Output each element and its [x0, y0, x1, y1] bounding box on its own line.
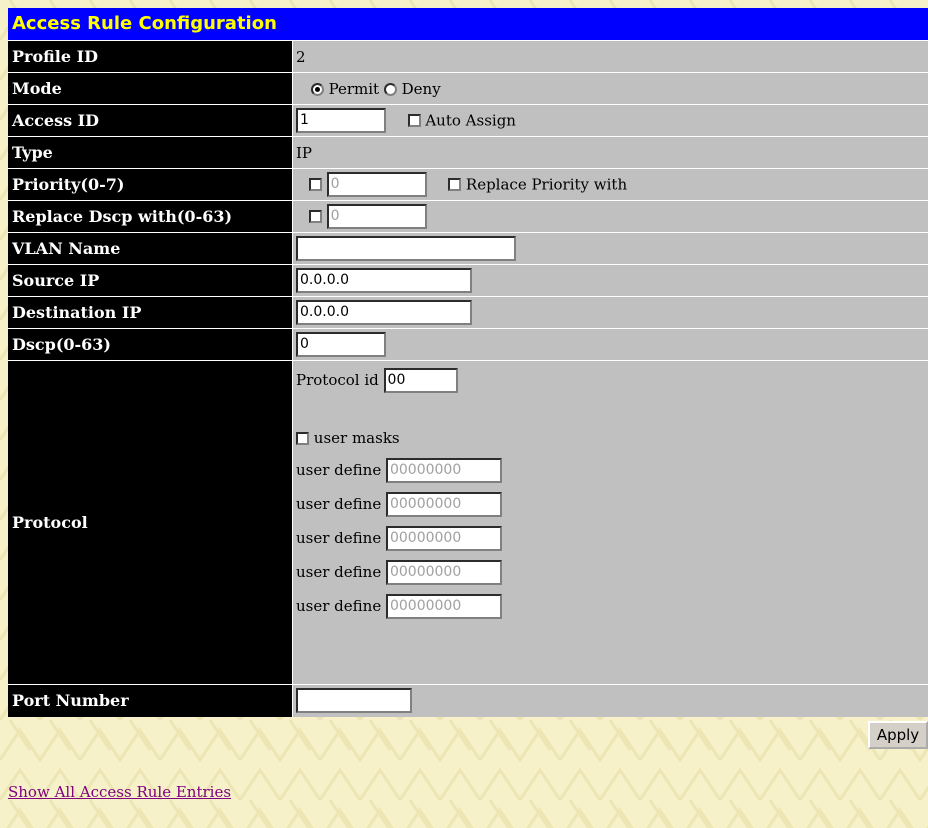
access-id-label: Access ID	[8, 104, 293, 137]
protocol-id-line: Protocol id 00	[296, 361, 928, 399]
user-define-label-2: user define	[296, 495, 382, 513]
row-profile-id: Profile ID 2	[8, 40, 928, 73]
user-define-line-5: user define 00000000	[296, 589, 928, 623]
replace-dscp-checkbox[interactable]	[308, 210, 322, 223]
user-define-input-3[interactable]: 00000000	[385, 525, 502, 551]
row-priority: Priority(0-7) 0 Replace Priority with	[8, 168, 928, 201]
access-rule-form: Profile ID 2 Mode Permit Deny Access ID …	[8, 40, 928, 717]
replace-dscp-label: Replace Dscp with(0-63)	[8, 200, 293, 233]
user-define-label-4: user define	[296, 563, 382, 581]
page-title: Access Rule Configuration	[8, 8, 928, 40]
user-define-input-1[interactable]: 00000000	[385, 457, 502, 483]
replace-priority-label: Replace Priority with	[465, 175, 628, 194]
priority-checkbox[interactable]	[308, 178, 322, 191]
user-define-input-2[interactable]: 00000000	[385, 491, 502, 517]
protocol-label: Protocol	[8, 360, 293, 685]
form-footer: Apply Show All Access Rule Entries	[8, 717, 928, 811]
destination-ip-value: 0.0.0.0	[292, 296, 928, 329]
user-masks-line: user masks	[296, 423, 928, 453]
destination-ip-input[interactable]: 0.0.0.0	[296, 300, 472, 325]
profile-id-value: 2	[292, 40, 928, 73]
replace-priority-checkbox[interactable]	[448, 178, 462, 191]
protocol-id-input[interactable]: 00	[383, 367, 458, 393]
profile-id-label: Profile ID	[8, 40, 293, 73]
user-masks-checkbox[interactable]	[296, 431, 309, 445]
priority-label: Priority(0-7)	[8, 168, 293, 201]
vlan-name-value	[292, 232, 928, 265]
row-port-number: Port Number	[8, 684, 928, 717]
vlan-name-label: VLAN Name	[8, 232, 293, 265]
source-ip-label: Source IP	[8, 264, 293, 297]
auto-assign-label: Auto Assign	[425, 111, 516, 130]
access-id-input[interactable]: 1	[296, 108, 386, 133]
user-define-line-1: user define 00000000	[296, 453, 928, 487]
port-number-label: Port Number	[8, 684, 293, 717]
user-define-line-3: user define 00000000	[296, 521, 928, 555]
replace-dscp-input[interactable]: 0	[326, 204, 427, 229]
row-replace-dscp: Replace Dscp with(0-63) 0	[8, 200, 928, 233]
row-destination-ip: Destination IP 0.0.0.0	[8, 296, 928, 329]
mode-deny-label: Deny	[401, 80, 441, 98]
row-access-id: Access ID 1 Auto Assign	[8, 104, 928, 137]
show-all-access-rule-entries-link[interactable]: Show All Access Rule Entries	[8, 783, 231, 801]
replace-dscp-value: 0	[292, 200, 928, 233]
type-label: Type	[8, 136, 293, 169]
row-mode: Mode Permit Deny	[8, 72, 928, 105]
type-value: IP	[292, 136, 928, 169]
user-masks-label: user masks	[313, 429, 400, 447]
mode-permit-label: Permit	[328, 80, 380, 98]
dscp-label: Dscp(0-63)	[8, 328, 293, 361]
port-number-input[interactable]	[296, 688, 412, 714]
mode-label: Mode	[8, 72, 293, 105]
user-define-input-4[interactable]: 00000000	[385, 559, 502, 585]
protocol-value: Protocol id 00 user masks user define 00…	[292, 360, 928, 685]
user-define-line-4: user define 00000000	[296, 555, 928, 589]
user-define-line-2: user define 00000000	[296, 487, 928, 521]
mode-permit-radio[interactable]	[310, 82, 324, 96]
auto-assign-checkbox[interactable]	[407, 114, 421, 127]
row-protocol: Protocol Protocol id 00 user masks user …	[8, 360, 928, 685]
priority-input[interactable]: 0	[326, 172, 427, 197]
dscp-input[interactable]: 0	[296, 332, 386, 357]
mode-deny-radio[interactable]	[383, 82, 397, 96]
vlan-name-input[interactable]	[296, 236, 516, 261]
access-id-value: 1 Auto Assign	[292, 104, 928, 137]
mode-value: Permit Deny	[292, 72, 928, 105]
port-number-value	[292, 684, 928, 717]
row-vlan-name: VLAN Name	[8, 232, 928, 265]
row-source-ip: Source IP 0.0.0.0	[8, 264, 928, 297]
row-type: Type IP	[8, 136, 928, 169]
user-define-input-5[interactable]: 00000000	[385, 593, 502, 619]
priority-value: 0 Replace Priority with	[292, 168, 928, 201]
page-container: Access Rule Configuration Profile ID 2 M…	[8, 8, 928, 811]
destination-ip-label: Destination IP	[8, 296, 293, 329]
source-ip-input[interactable]: 0.0.0.0	[296, 268, 472, 293]
apply-button[interactable]: Apply	[868, 720, 928, 749]
user-define-label-3: user define	[296, 529, 382, 547]
source-ip-value: 0.0.0.0	[292, 264, 928, 297]
user-define-label-1: user define	[296, 461, 382, 479]
dscp-value: 0	[292, 328, 928, 361]
row-dscp: Dscp(0-63) 0	[8, 328, 928, 361]
protocol-id-label: Protocol id	[296, 371, 379, 389]
user-define-label-5: user define	[296, 597, 382, 615]
